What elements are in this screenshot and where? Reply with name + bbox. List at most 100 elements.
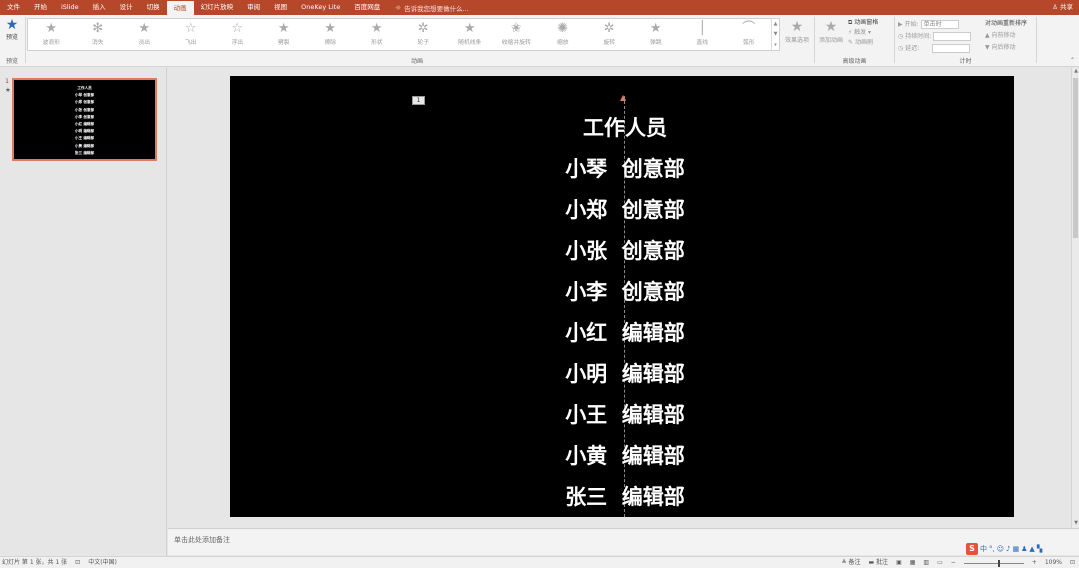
reorder-title: 对动画重新排序 (985, 20, 1028, 27)
share-button[interactable]: ♙ 共享 (1052, 0, 1073, 15)
animation-effect-item[interactable]: ✲ 轮子 (400, 19, 447, 50)
preview-star-icon: ★ (5, 17, 19, 33)
tell-me-search[interactable]: ☼ 告诉我您想要做什么... (395, 3, 469, 13)
credits-textbox[interactable]: 工作人员 小琴 创意部 小郑 创意部 小张 创意部 小李 创意部 小红 编辑部 小明 编辑部… (520, 108, 730, 518)
spellcheck-icon[interactable]: ⊡ (75, 558, 80, 568)
notes-pane[interactable]: 单击此处添加备注 (168, 528, 1079, 555)
preview-button[interactable]: ★ 预览 (2, 18, 22, 41)
tab-8[interactable]: 审阅 (240, 0, 267, 15)
divider (1036, 17, 1037, 63)
advanced-animation-list: ⧉ 动画窗格 ⚡ 触发 ▾ ✎ 动画刷 (848, 18, 878, 48)
animation-effect-icon: ☆ (231, 21, 244, 36)
user-icon[interactable]: ♟ (1021, 545, 1027, 553)
animation-effect-item[interactable]: ★ 弹跳 (633, 19, 680, 50)
thumbnail-text-line: 小黄 编辑部 (74, 143, 95, 148)
tab-2[interactable]: iSlide (54, 0, 86, 15)
divider (814, 17, 815, 63)
animation-effect-item[interactable]: ★ 擦除 (307, 19, 354, 50)
ime-toolbar[interactable]: S 中 °, ☺ ♪ ▦ ♟ ▲ ▚ (966, 543, 1042, 555)
tab-6[interactable]: 动画 (166, 1, 194, 15)
fit-slide-icon[interactable]: ⊡ (1070, 558, 1075, 568)
animation-effect-item[interactable]: ✲ 旋转 (586, 19, 633, 50)
keyboard-icon[interactable]: ▦ (1013, 545, 1020, 553)
gallery-scroll[interactable]: ▲ ▼ ▾ (771, 19, 779, 50)
animation-order-tag[interactable]: 1 (412, 96, 425, 105)
normal-view-icon[interactable]: ▣ (896, 558, 902, 568)
tab-1[interactable]: 开始 (27, 0, 54, 15)
ime-mode[interactable]: 中 (980, 544, 987, 554)
animation-effect-item[interactable]: ★ 劈裂 (261, 19, 308, 50)
scroll-down-icon[interactable]: ▼ (1072, 520, 1079, 526)
animation-effect-item[interactable]: ✺ 缩放 (540, 19, 587, 50)
ribbon: ★ 预览 预览 ★ 波浪形 ✻ 消失 ★ 淡出 ☆ 飞出 ☆ 浮出 ★ 劈裂 ★ 擦除 ★ 形状 ✲ 轮子 ★ 随机线… (0, 15, 1079, 67)
toolbox-icon[interactable]: ▚ (1037, 545, 1042, 553)
tab-10[interactable]: OneKey Lite (294, 0, 347, 15)
slide-info: 幻灯片 第 1 张，共 1 张 (2, 559, 68, 566)
skin-icon[interactable]: ▲ (1029, 545, 1034, 553)
emoji-icon[interactable]: ☺ (997, 545, 1004, 553)
reading-view-icon[interactable]: ▥ (923, 558, 929, 568)
zoom-level[interactable]: 109% (1045, 558, 1062, 568)
credits-line: 小红 编辑部 (565, 321, 685, 345)
gallery-up-icon[interactable]: ▲ (774, 21, 778, 27)
animation-pane-button[interactable]: ⧉ 动画窗格 (848, 18, 878, 28)
animation-effect-icon: ★ (370, 21, 383, 36)
duration-field[interactable] (933, 31, 972, 41)
slide-sorter-icon[interactable]: ▦ (910, 558, 916, 568)
effect-options-button[interactable]: ★ 效果选项 (782, 19, 812, 44)
vertical-scrollbar[interactable]: ▲ ▼ (1071, 68, 1079, 528)
animation-effect-item[interactable]: ★ 形状 (354, 19, 401, 50)
delay-field[interactable] (932, 43, 971, 53)
gallery-down-icon[interactable]: ▼ (774, 31, 778, 37)
animation-effect-item[interactable]: ★ 波浪形 (28, 19, 75, 50)
animation-effect-icon: ★ (277, 21, 290, 36)
scroll-thumb[interactable] (1073, 78, 1078, 238)
mic-icon[interactable]: ♪ (1006, 545, 1010, 553)
tab-7[interactable]: 幻灯片放映 (194, 0, 241, 15)
animation-painter-button[interactable]: ✎ 动画刷 (848, 38, 878, 48)
scroll-up-icon[interactable]: ▲ (1072, 68, 1079, 74)
slide-thumbnail[interactable]: 工作人员 小琴 创意部 小郑 创意部 小张 创意部 小李 创意部 小红 编辑部 小明 编辑部… (12, 78, 157, 161)
animation-effect-item[interactable]: ✻ 消失 (75, 19, 122, 50)
slideshow-icon[interactable]: ▭ (937, 558, 943, 568)
animation-effect-item[interactable]: │ 直线 (679, 19, 726, 50)
motion-path-handle-icon[interactable]: ▲ (620, 94, 626, 102)
move-later-button[interactable]: ▼ 向后移动 (985, 42, 1027, 54)
zoom-out-icon[interactable]: − (951, 558, 956, 568)
animation-effect-item[interactable]: ★ 淡出 (121, 19, 168, 50)
tab-0[interactable]: 文件 (0, 0, 27, 15)
move-earlier-button[interactable]: ▲ 向前移动 (985, 30, 1027, 42)
zoom-in-icon[interactable]: + (1032, 558, 1037, 568)
timing-group-label: 计时 (959, 58, 972, 65)
zoom-slider[interactable] (963, 559, 1024, 567)
tab-4[interactable]: 设计 (113, 0, 140, 15)
animation-effect-icon: ★ (324, 21, 337, 36)
language[interactable]: 中文(中国) (88, 558, 117, 568)
animation-effect-item[interactable]: ⌒ 弧形 (726, 19, 773, 50)
gallery-more-icon[interactable]: ▾ (774, 42, 777, 48)
tab-5[interactable]: 切换 (140, 0, 167, 15)
tab-9[interactable]: 视图 (267, 0, 294, 15)
punctuation-icon[interactable]: °, (989, 545, 995, 553)
slide-canvas[interactable]: 1 ▲ 工作人员 小琴 创意部 小郑 创意部 小张 创意部 小李 创意部 小红 编辑部 小明… (230, 76, 1014, 517)
animation-effect-item[interactable]: ✬ 收缩并旋转 (493, 19, 540, 50)
animation-effect-item[interactable]: ☆ 飞出 (168, 19, 215, 50)
person-icon: ♙ (1052, 3, 1058, 11)
tab-11[interactable]: 百度网盘 (347, 0, 387, 15)
collapse-ribbon-icon[interactable]: ⌃ (1070, 57, 1075, 64)
animation-effect-item[interactable]: ☆ 浮出 (214, 19, 261, 50)
start-icon: ▶ (898, 20, 903, 28)
comments-button[interactable]: ▬ 批注 (868, 558, 888, 568)
credits-line: 小琴 创意部 (565, 157, 685, 181)
notes-toggle-button[interactable]: ≜ 备注 (842, 558, 861, 568)
preview-group-label: 预览 (5, 58, 18, 65)
animation-effect-item[interactable]: ★ 随机线条 (447, 19, 494, 50)
tab-3[interactable]: 插入 (86, 0, 113, 15)
trigger-button[interactable]: ⚡ 触发 ▾ (848, 28, 878, 38)
animation-effect-icon: ✬ (510, 21, 522, 36)
start-dropdown[interactable]: 单击时 (920, 19, 959, 29)
zoom-knob[interactable] (997, 559, 1000, 567)
add-animation-button[interactable]: ★ 添加动画 (817, 19, 845, 44)
duration-icon: ◷ (898, 32, 904, 40)
slide-number: 1 (5, 77, 10, 85)
